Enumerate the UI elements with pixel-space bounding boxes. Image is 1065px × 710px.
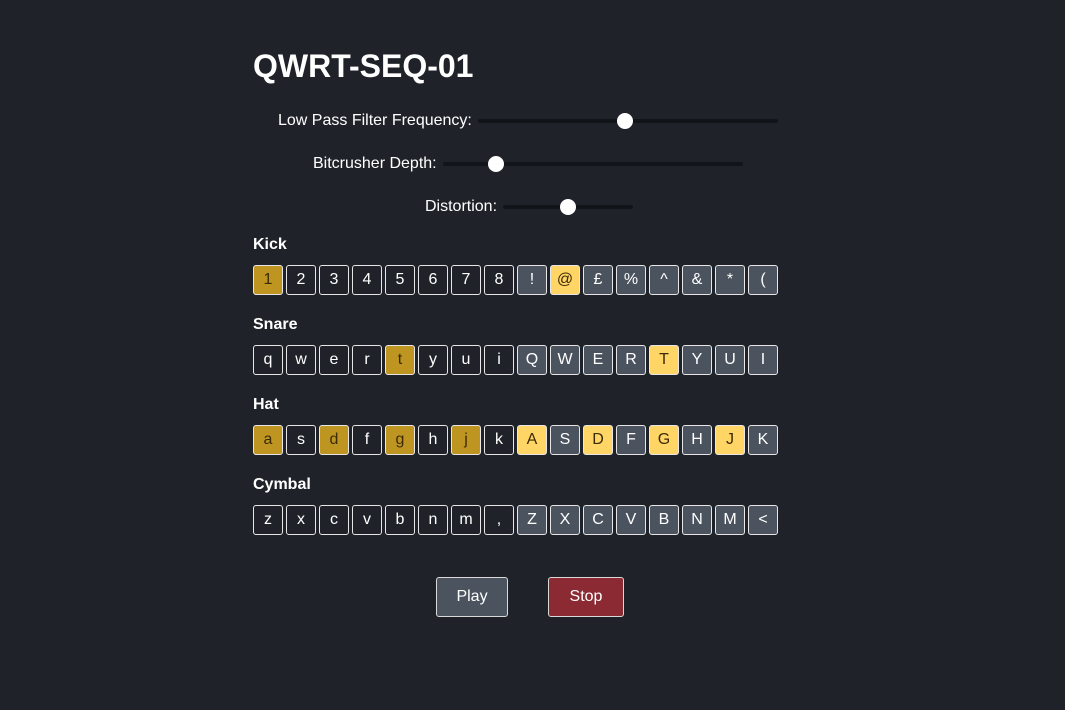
lowpass-control: Low Pass Filter Frequency: bbox=[278, 109, 778, 133]
hat-step-pad-8[interactable]: k bbox=[484, 425, 514, 455]
cymbal-step-pad-2[interactable]: x bbox=[286, 505, 316, 535]
cymbal-step-pad-7[interactable]: m bbox=[451, 505, 481, 535]
snare-step-pad-5[interactable]: t bbox=[385, 345, 415, 375]
hat-step-pad-12[interactable]: F bbox=[616, 425, 646, 455]
snare-step-pad-6[interactable]: y bbox=[418, 345, 448, 375]
snare-step-pad-7[interactable]: u bbox=[451, 345, 481, 375]
cymbal-step-pad-14[interactable]: N bbox=[682, 505, 712, 535]
cymbal-step-pad-11[interactable]: C bbox=[583, 505, 613, 535]
distortion-label: Distortion: bbox=[425, 198, 498, 215]
cymbal-step-pad-12[interactable]: V bbox=[616, 505, 646, 535]
hat-step-pad-2[interactable]: s bbox=[286, 425, 316, 455]
kick-pad-row: 1 2 3 4 5 6 7 8! @ £% ^ & *( bbox=[253, 265, 778, 295]
cymbal-step-pad-15[interactable]: M bbox=[715, 505, 745, 535]
kick-step-pad-10[interactable]: @ bbox=[550, 265, 580, 295]
cymbal-step-pad-3[interactable]: c bbox=[319, 505, 349, 535]
hat-step-pad-7[interactable]: j bbox=[451, 425, 481, 455]
hat-step-pad-4[interactable]: f bbox=[352, 425, 382, 455]
cymbal-step-pad-4[interactable]: v bbox=[352, 505, 382, 535]
track-label-kick: Kick bbox=[253, 236, 287, 253]
snare-step-pad-3[interactable]: e bbox=[319, 345, 349, 375]
cymbal-step-pad-1[interactable]: z bbox=[253, 505, 283, 535]
hat-step-pad-15[interactable]: J bbox=[715, 425, 745, 455]
hat-step-pad-11[interactable]: D bbox=[583, 425, 613, 455]
snare-step-pad-4[interactable]: r bbox=[352, 345, 382, 375]
lowpass-label: Low Pass Filter Frequency: bbox=[278, 112, 472, 129]
hat-step-pad-14[interactable]: H bbox=[682, 425, 712, 455]
kick-step-pad-8[interactable]: 8 bbox=[484, 265, 514, 295]
cymbal-pad-row: z x c v b n m, Z X C V B N M < bbox=[253, 505, 778, 535]
cymbal-step-pad-8[interactable]: , bbox=[484, 505, 514, 535]
distortion-control: Distortion: bbox=[425, 195, 634, 219]
lowpass-slider-thumb[interactable] bbox=[617, 113, 634, 129]
track-label-snare: Snare bbox=[253, 316, 298, 333]
snare-step-pad-11[interactable]: E bbox=[583, 345, 613, 375]
stop-button[interactable]: Stop bbox=[548, 577, 624, 617]
snare-step-pad-14[interactable]: Y bbox=[682, 345, 712, 375]
snare-step-pad-12[interactable]: R bbox=[616, 345, 646, 375]
kick-step-pad-11[interactable]: £ bbox=[583, 265, 613, 295]
kick-step-pad-4[interactable]: 4 bbox=[352, 265, 382, 295]
lowpass-slider[interactable] bbox=[477, 111, 778, 131]
hat-step-pad-16[interactable]: K bbox=[748, 425, 778, 455]
hat-step-pad-5[interactable]: g bbox=[385, 425, 415, 455]
kick-step-pad-13[interactable]: ^ bbox=[649, 265, 679, 295]
kick-step-pad-3[interactable]: 3 bbox=[319, 265, 349, 295]
snare-step-pad-13[interactable]: T bbox=[649, 345, 679, 375]
cymbal-step-pad-16[interactable]: < bbox=[748, 505, 778, 535]
kick-step-pad-15[interactable]: * bbox=[715, 265, 745, 295]
snare-step-pad-10[interactable]: W bbox=[550, 345, 580, 375]
bitcrusher-label: Bitcrusher Depth: bbox=[313, 155, 437, 172]
snare-step-pad-9[interactable]: Q bbox=[517, 345, 547, 375]
page-title: QWRT-SEQ-01 bbox=[253, 48, 474, 84]
cymbal-step-pad-6[interactable]: n bbox=[418, 505, 448, 535]
hat-step-pad-13[interactable]: G bbox=[649, 425, 679, 455]
kick-step-pad-12[interactable]: % bbox=[616, 265, 646, 295]
hat-step-pad-3[interactable]: d bbox=[319, 425, 349, 455]
hat-step-pad-10[interactable]: S bbox=[550, 425, 580, 455]
distortion-slider[interactable] bbox=[503, 197, 634, 217]
snare-step-pad-1[interactable]: q bbox=[253, 345, 283, 375]
track-label-cymbal: Cymbal bbox=[253, 476, 311, 493]
bitcrusher-slider[interactable] bbox=[442, 154, 743, 174]
kick-step-pad-9[interactable]: ! bbox=[517, 265, 547, 295]
kick-step-pad-16[interactable]: ( bbox=[748, 265, 778, 295]
cymbal-step-pad-10[interactable]: X bbox=[550, 505, 580, 535]
snare-step-pad-8[interactable]: i bbox=[484, 345, 514, 375]
play-button[interactable]: Play bbox=[436, 577, 508, 617]
snare-pad-row: qwertyuiQWERTYUI bbox=[253, 345, 778, 375]
hat-step-pad-9[interactable]: A bbox=[517, 425, 547, 455]
cymbal-step-pad-13[interactable]: B bbox=[649, 505, 679, 535]
kick-step-pad-7[interactable]: 7 bbox=[451, 265, 481, 295]
bitcrusher-control: Bitcrusher Depth: bbox=[313, 152, 743, 176]
snare-step-pad-15[interactable]: U bbox=[715, 345, 745, 375]
cymbal-step-pad-5[interactable]: b bbox=[385, 505, 415, 535]
snare-step-pad-16[interactable]: I bbox=[748, 345, 778, 375]
hat-step-pad-1[interactable]: a bbox=[253, 425, 283, 455]
kick-step-pad-2[interactable]: 2 bbox=[286, 265, 316, 295]
kick-step-pad-1[interactable]: 1 bbox=[253, 265, 283, 295]
cymbal-step-pad-9[interactable]: Z bbox=[517, 505, 547, 535]
distortion-slider-thumb[interactable] bbox=[560, 199, 577, 215]
hat-pad-row: asdfghjkASDFGHJK bbox=[253, 425, 778, 455]
kick-step-pad-14[interactable]: & bbox=[682, 265, 712, 295]
snare-step-pad-2[interactable]: w bbox=[286, 345, 316, 375]
hat-step-pad-6[interactable]: h bbox=[418, 425, 448, 455]
bitcrusher-slider-thumb[interactable] bbox=[488, 156, 505, 172]
kick-step-pad-6[interactable]: 6 bbox=[418, 265, 448, 295]
track-label-hat: Hat bbox=[253, 396, 279, 413]
kick-step-pad-5[interactable]: 5 bbox=[385, 265, 415, 295]
